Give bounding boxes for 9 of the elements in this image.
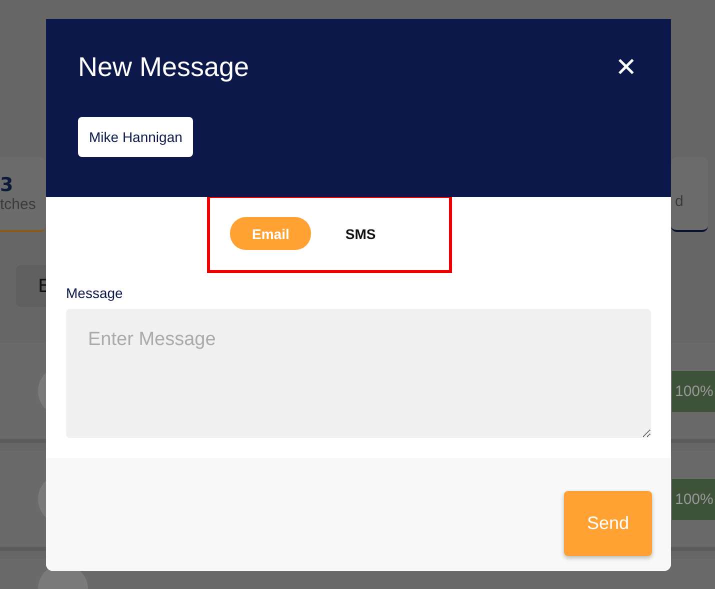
recipient-chip: Mike Hannigan	[78, 117, 194, 157]
field-label: Message	[66, 285, 124, 301]
stat-value: 3	[0, 174, 14, 196]
percent-badge: 100%	[672, 478, 715, 520]
message-field[interactable]: Enter Message	[66, 309, 651, 438]
dialog-title: New Message	[78, 52, 250, 83]
close-button[interactable]: ✕	[613, 52, 639, 82]
percent-badge: 100%	[672, 370, 715, 412]
channel-tab[interactable]: SMS	[323, 217, 398, 250]
